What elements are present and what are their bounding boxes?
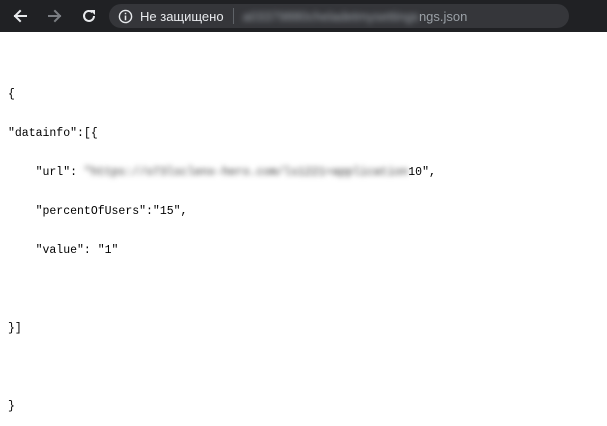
json-line: "datainfo":[{ [8,127,98,140]
url-value-tail: 10", [408,166,436,179]
json-key-url: "url": [8,166,84,179]
json-document: { "datainfo":[{ "url": "https://o73lscle… [8,62,436,426]
json-line: } [8,400,15,413]
security-status-label[interactable]: Не защищено [140,9,224,24]
url-blurred-part: a03379880cheladetmysettings [242,8,419,24]
json-line: "value": "1" [8,244,119,257]
browser-toolbar: Не защищено a03379880cheladetmysettings n… [0,0,607,32]
address-bar[interactable]: Не защищено a03379880cheladetmysettings n… [109,4,569,28]
reload-button[interactable] [79,6,99,26]
json-line: }] [8,322,22,335]
omnibox-divider [232,8,234,24]
json-line: "url": "https://o73lsclenx-hero.com/ls12… [8,166,436,179]
json-blank-line [8,361,436,374]
back-button[interactable] [10,6,30,26]
json-blank-line [8,283,436,296]
forward-arrow-icon [48,9,62,23]
info-icon[interactable] [117,8,133,24]
json-line: { [8,88,15,101]
json-line: "percentOfUsers":"15", [8,205,188,218]
url-text[interactable]: a03379880cheladetmysettings ngs.json [243,9,468,24]
url-tail: ngs.json [418,8,468,24]
forward-button[interactable] [45,6,65,26]
reload-icon [83,9,95,22]
back-arrow-icon [13,9,27,23]
blurred-url-value: "https://o73lsclenx-hero.com/ls1221=appl… [83,166,409,179]
